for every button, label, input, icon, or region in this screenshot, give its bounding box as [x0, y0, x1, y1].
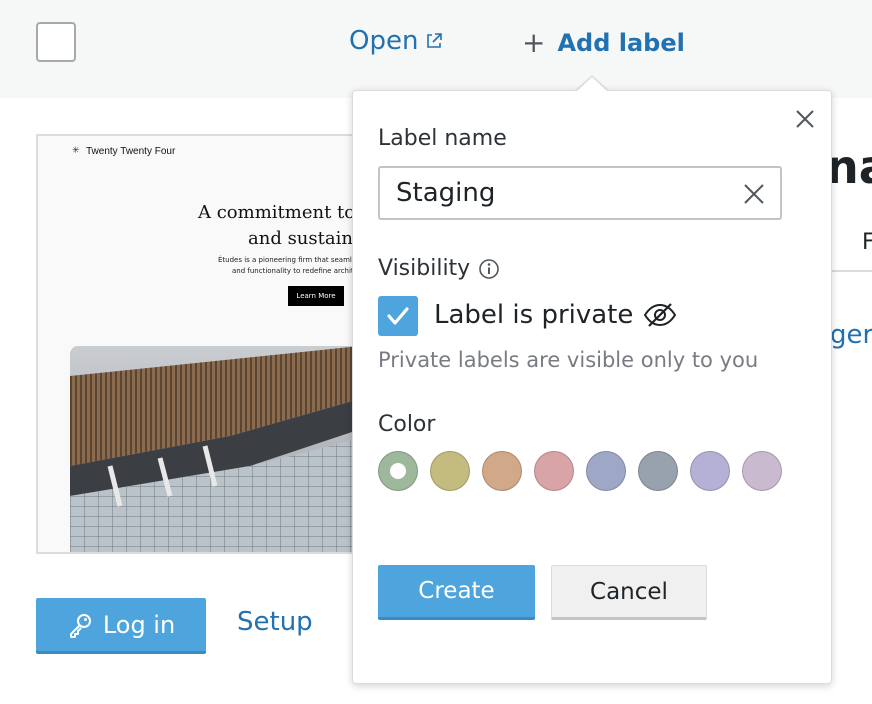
preview-building-photo	[70, 346, 364, 552]
cancel-button[interactable]: Cancel	[551, 565, 707, 620]
visibility-heading: Visibility	[378, 256, 500, 281]
close-popover-button[interactable]	[792, 106, 818, 132]
background-heading-fragment: na	[826, 140, 872, 194]
color-heading: Color	[378, 412, 436, 437]
label-private-text[interactable]: Label is private	[434, 300, 677, 330]
open-link-label: Open	[349, 26, 419, 56]
private-label-help-text: Private labels are visible only to you	[378, 348, 759, 372]
info-icon[interactable]	[478, 258, 500, 280]
selected-indicator	[390, 463, 406, 479]
preview-blurb-2: and functionality to redefine architect	[232, 267, 365, 275]
external-link-icon	[427, 33, 443, 48]
add-label-text: Add label	[557, 29, 685, 57]
setup-link[interactable]: Setup	[237, 607, 313, 637]
log-in-button[interactable]: Log in	[36, 598, 206, 654]
popover-arrow-fill	[576, 77, 608, 92]
open-site-link[interactable]: Open	[349, 26, 444, 56]
color-swatch[interactable]	[482, 451, 522, 491]
create-button[interactable]: Create	[378, 565, 535, 620]
color-swatch-list	[378, 451, 782, 491]
preview-headline-2: and sustainab	[248, 228, 366, 249]
log-in-label: Log in	[102, 610, 176, 639]
clear-input-button[interactable]	[740, 180, 768, 208]
color-swatch[interactable]	[430, 451, 470, 491]
select-site-checkbox[interactable]	[36, 22, 76, 62]
background-tab-fragment[interactable]: F	[862, 230, 872, 255]
label-name-heading: Label name	[378, 126, 507, 151]
close-icon	[796, 110, 814, 128]
color-swatch[interactable]	[638, 451, 678, 491]
preview-learn-more-button: Learn More	[288, 286, 344, 306]
color-swatch[interactable]	[742, 451, 782, 491]
color-swatch[interactable]	[534, 451, 574, 491]
color-swatch[interactable]	[378, 451, 418, 491]
color-swatch[interactable]	[586, 451, 626, 491]
color-swatch[interactable]	[690, 451, 730, 491]
label-name-input[interactable]	[378, 166, 782, 220]
preview-headline-1: A commitment to i	[198, 202, 366, 223]
label-private-checkbox[interactable]	[378, 296, 418, 336]
preview-site-name: Twenty Twenty Four	[86, 146, 176, 157]
add-label-button[interactable]: + Add label	[522, 26, 685, 59]
checkmark-icon	[387, 307, 409, 325]
background-link-fragment[interactable]: ger	[830, 320, 872, 350]
clear-icon	[744, 184, 764, 204]
key-icon	[69, 613, 91, 638]
preview-blurb-1: Études is a pioneering firm that seamles…	[218, 256, 366, 264]
site-preview-thumbnail[interactable]: ✳ Twenty Twenty Four A commitment to i a…	[36, 134, 366, 554]
eye-slash-icon	[644, 303, 677, 327]
background-tab-divider	[832, 270, 872, 272]
plus-icon: +	[522, 26, 546, 59]
